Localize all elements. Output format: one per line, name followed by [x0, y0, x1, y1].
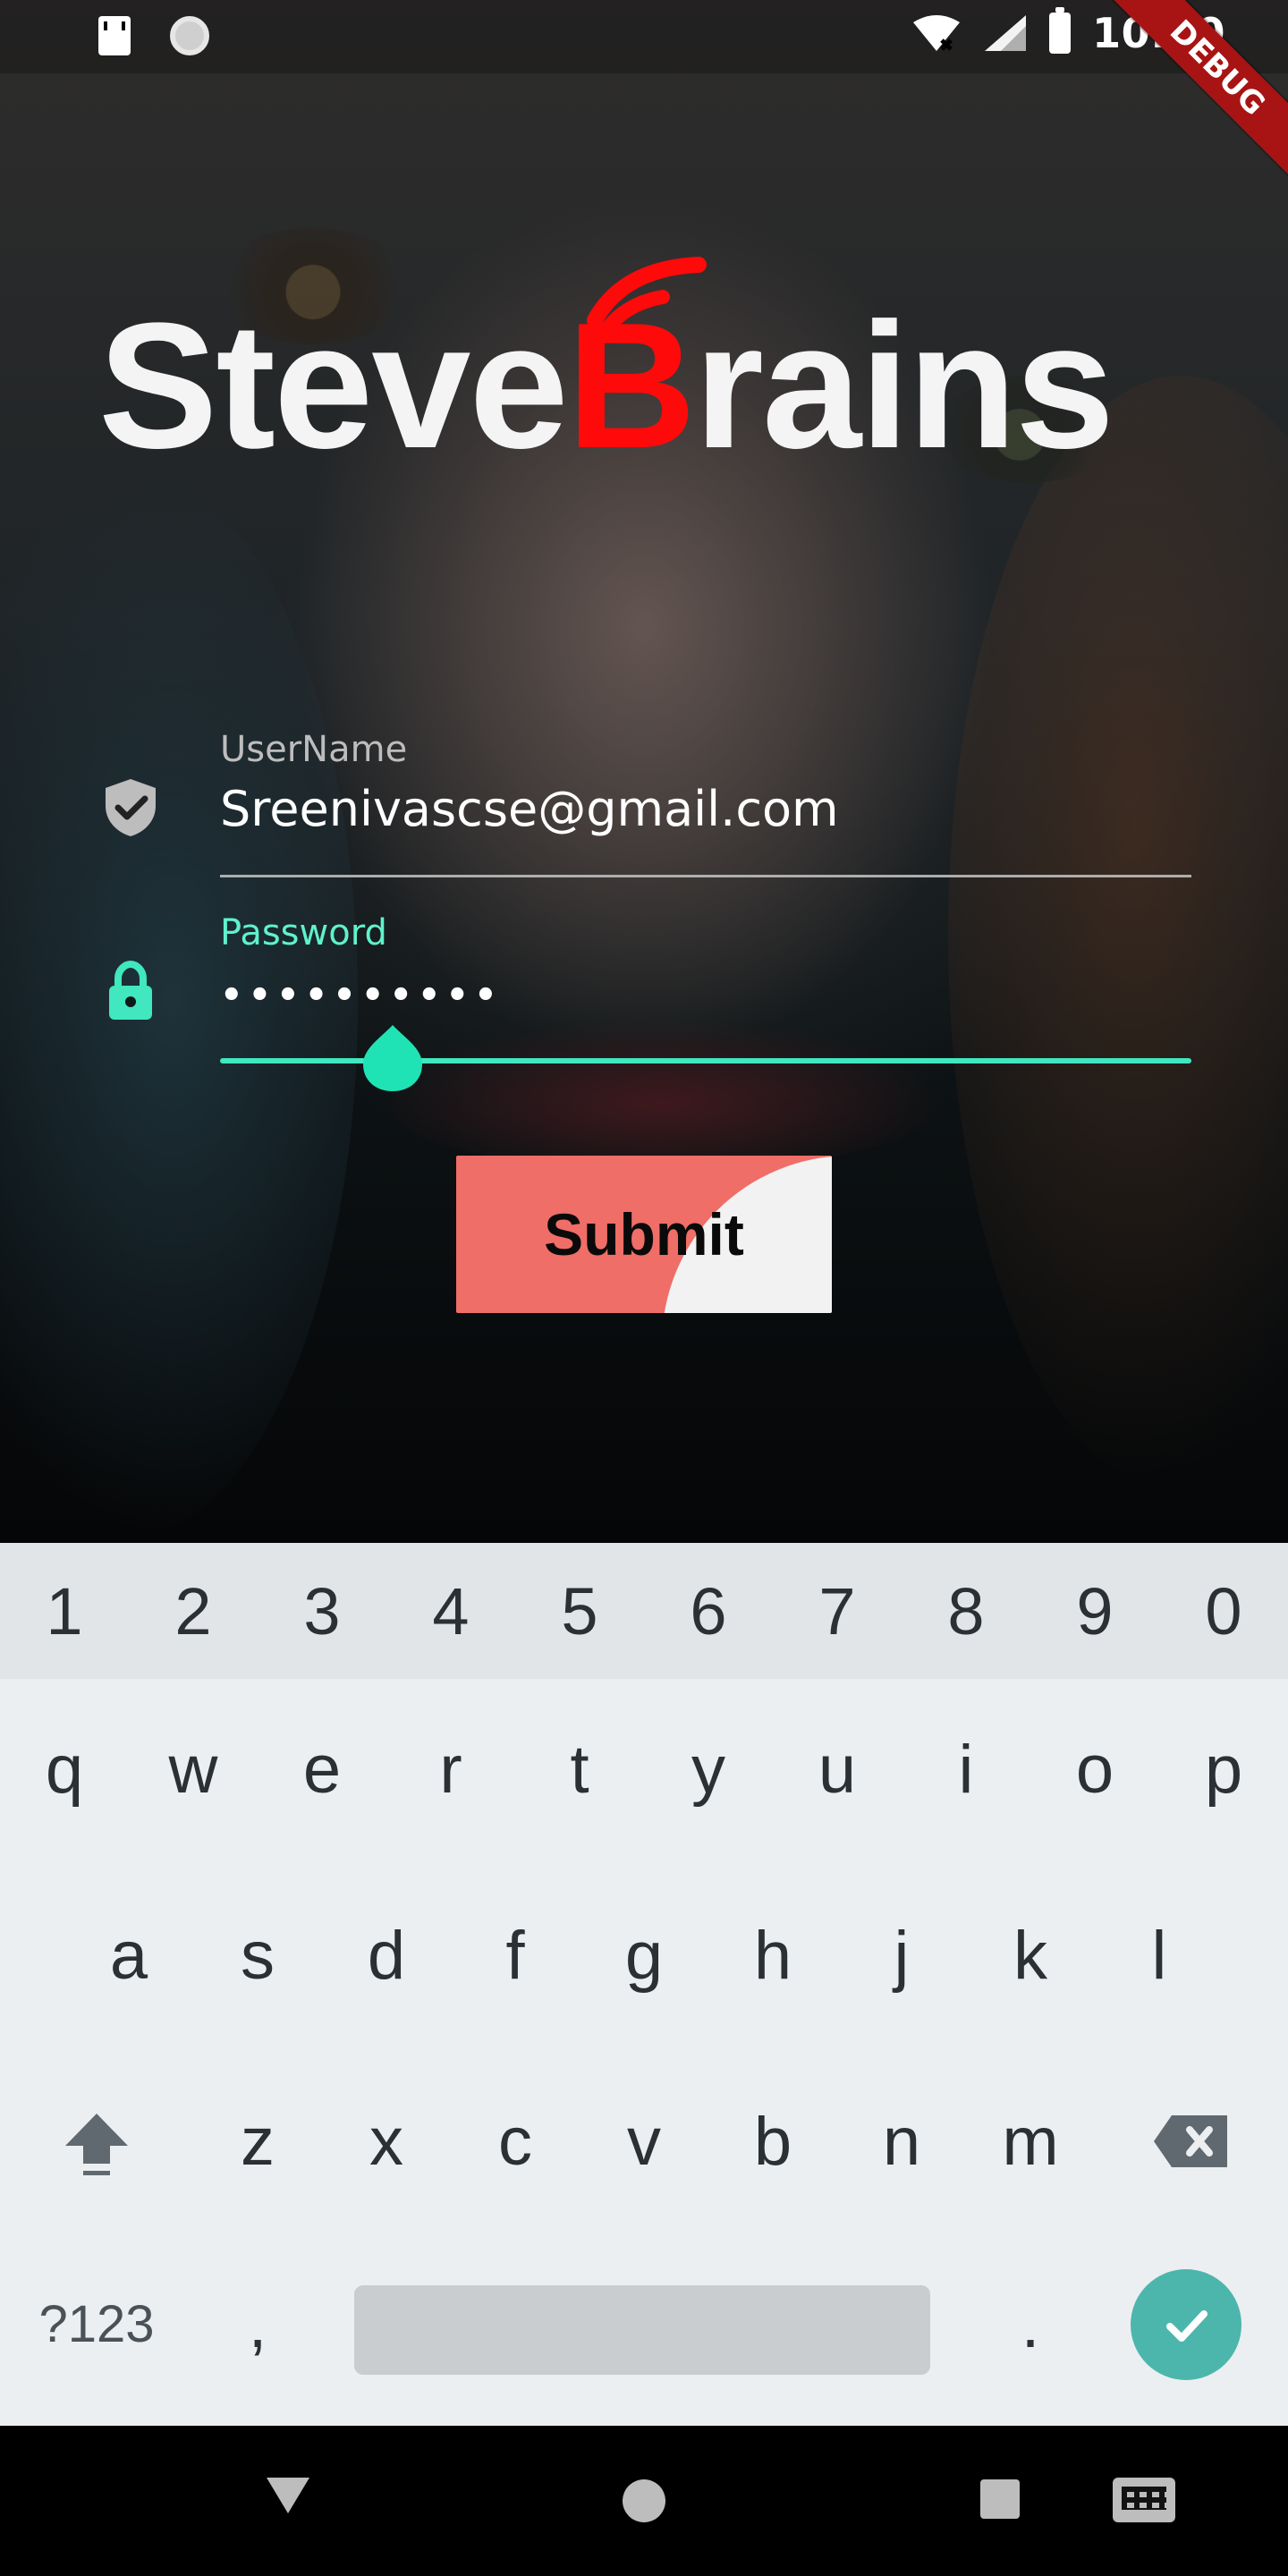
key-y[interactable]: y [644, 1702, 773, 1836]
key-f[interactable]: f [451, 1888, 580, 2022]
key-0[interactable]: 0 [1159, 1543, 1288, 1679]
key-j[interactable]: j [837, 1888, 966, 2022]
key-b[interactable]: b [708, 2074, 837, 2208]
lock-icon [109, 960, 152, 1020]
password-label: Password [220, 912, 387, 953]
key-2[interactable]: 2 [129, 1543, 258, 1679]
brand-part-highlight: B [566, 286, 696, 486]
brand-part-3: rains [694, 286, 1114, 486]
key-c[interactable]: c [451, 2074, 580, 2208]
key-8[interactable]: 8 [902, 1543, 1030, 1679]
signal-icon [985, 15, 1027, 51]
home-icon[interactable] [623, 2479, 665, 2522]
shift-icon [65, 2114, 128, 2175]
recents-icon[interactable] [980, 2479, 1020, 2519]
key-e[interactable]: e [258, 1702, 386, 1836]
key-m[interactable]: m [966, 2074, 1095, 2208]
comma-key[interactable]: , [193, 2257, 322, 2391]
shield-check-icon [106, 779, 156, 836]
key-6[interactable]: 6 [644, 1543, 773, 1679]
password-value[interactable]: •••••••••• [220, 975, 503, 1016]
username-value[interactable]: Sreenivascse@gmail.com [220, 781, 839, 837]
done-key[interactable] [1131, 2269, 1241, 2380]
key-l[interactable]: l [1095, 1888, 1224, 2022]
space-key[interactable] [354, 2285, 930, 2375]
key-s[interactable]: s [193, 1888, 322, 2022]
period-key[interactable]: . [966, 2257, 1095, 2391]
key-7[interactable]: 7 [773, 1543, 902, 1679]
keyboard-switch-icon[interactable] [1113, 2478, 1175, 2522]
brand-logo: SteveBrains [98, 250, 1190, 492]
key-u[interactable]: u [773, 1702, 902, 1836]
keyboard-row-3: z x c v b n m [0, 2074, 1288, 2208]
back-icon[interactable] [267, 2478, 309, 2513]
key-5[interactable]: 5 [515, 1543, 644, 1679]
username-underline [220, 875, 1191, 877]
sync-icon [170, 16, 209, 55]
key-v[interactable]: v [580, 2074, 708, 2208]
key-t[interactable]: t [515, 1702, 644, 1836]
wifi-icon [913, 15, 961, 51]
symbols-key[interactable]: ?123 [0, 2257, 193, 2391]
password-field[interactable]: Password •••••••••• [98, 912, 1191, 1109]
check-icon [1166, 2310, 1208, 2342]
submit-label: Submit [544, 1201, 744, 1267]
brand-part-1: Steve [98, 286, 569, 486]
soft-keyboard: 1 2 3 4 5 6 7 8 9 0 q w e r t y u i o p … [0, 1543, 1288, 2426]
username-input-wrapper[interactable]: UserName Sreenivascse@gmail.com [220, 729, 1191, 881]
key-x[interactable]: x [322, 2074, 451, 2208]
status-left-icons [98, 16, 209, 55]
key-1[interactable]: 1 [0, 1543, 129, 1679]
key-w[interactable]: w [129, 1702, 258, 1836]
sd-card-icon [98, 16, 131, 55]
keyboard-row-1: q w e r t y u i o p [0, 1702, 1288, 1836]
navigation-bar [0, 2426, 1288, 2576]
key-o[interactable]: o [1030, 1702, 1159, 1836]
key-q[interactable]: q [0, 1702, 129, 1836]
keyboard-row-2: a s d f g h j k l [0, 1888, 1288, 2022]
keyboard-number-row: 1 2 3 4 5 6 7 8 9 0 [0, 1543, 1288, 1679]
key-n[interactable]: n [837, 2074, 966, 2208]
key-4[interactable]: 4 [386, 1543, 515, 1679]
key-z[interactable]: z [193, 2074, 322, 2208]
key-i[interactable]: i [902, 1702, 1030, 1836]
status-bar: 10:20 [0, 0, 1288, 73]
username-field[interactable]: UserName Sreenivascse@gmail.com [98, 729, 1191, 881]
key-3[interactable]: 3 [258, 1543, 386, 1679]
submit-button[interactable]: Submit [456, 1156, 832, 1313]
brand-text: SteveBrains [98, 297, 1114, 476]
username-label: UserName [220, 729, 408, 770]
key-a[interactable]: a [64, 1888, 193, 2022]
key-p[interactable]: p [1159, 1702, 1288, 1836]
screen: 10:20 DEBUG SteveBrains UserName Sreeniv… [0, 0, 1288, 2576]
key-r[interactable]: r [386, 1702, 515, 1836]
shift-key[interactable] [0, 2074, 193, 2208]
battery-icon [1049, 7, 1072, 54]
password-input-wrapper[interactable]: Password •••••••••• [220, 912, 1191, 1109]
keyboard-row-4: ?123 , . [0, 2257, 1288, 2391]
key-k[interactable]: k [966, 1888, 1095, 2022]
backspace-icon [1154, 2115, 1227, 2167]
key-d[interactable]: d [322, 1888, 451, 2022]
key-9[interactable]: 9 [1030, 1543, 1159, 1679]
key-h[interactable]: h [708, 1888, 837, 2022]
key-g[interactable]: g [580, 1888, 708, 2022]
text-cursor-handle[interactable] [358, 1023, 428, 1093]
backspace-key[interactable] [1095, 2074, 1288, 2208]
